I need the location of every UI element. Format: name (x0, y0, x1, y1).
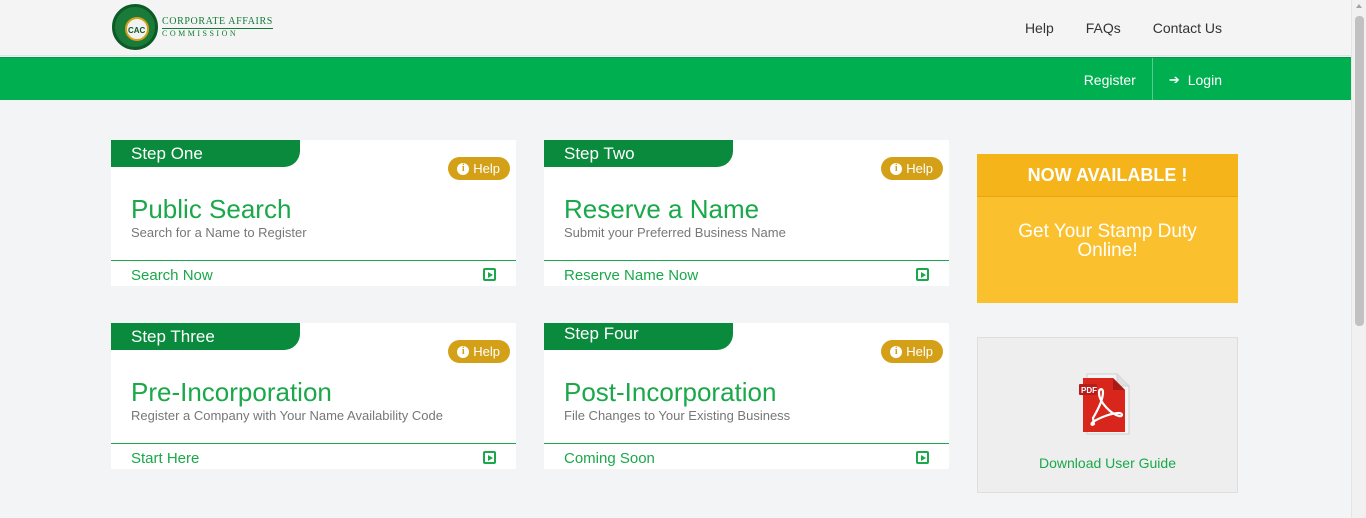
stamp-line1: Get Your Stamp Duty (1018, 221, 1197, 242)
step-tab: Step Two (544, 140, 733, 167)
nav-faqs-link[interactable]: FAQs (1086, 20, 1121, 36)
scroll-up-icon[interactable] (1356, 4, 1362, 8)
help-button[interactable]: i Help (448, 340, 510, 363)
step-card-post-incorporation: Step Four i Help Post-Incorporation File… (544, 323, 949, 469)
card-divider (544, 260, 949, 261)
top-nav: Help FAQs Contact Us (1025, 20, 1222, 36)
seal-text: CAC (128, 26, 146, 35)
card-subtitle: File Changes to Your Existing Business (564, 408, 791, 423)
pdf-file-icon: PDF (1079, 373, 1130, 435)
coming-soon-link[interactable]: Coming Soon (564, 450, 655, 467)
step-tab: Step One (111, 140, 300, 167)
step-card-pre-incorporation: Step Three i Help Pre-Incorporation Regi… (111, 323, 516, 469)
stamp-body: Get Your Stamp Duty Online! (977, 197, 1238, 260)
help-button[interactable]: i Help (881, 340, 943, 363)
stamp-header: NOW AVAILABLE ! (977, 154, 1238, 197)
register-link[interactable]: Register (1068, 58, 1153, 101)
search-now-link[interactable]: Search Now (131, 267, 213, 284)
info-icon: i (890, 162, 903, 175)
card-divider (111, 260, 516, 261)
help-label: Help (906, 161, 933, 176)
nav-help-link[interactable]: Help (1025, 20, 1054, 36)
logo-line1: CORPORATE AFFAIRS (162, 15, 273, 29)
help-button[interactable]: i Help (448, 157, 510, 180)
card-divider (544, 443, 949, 444)
logo-line2: COMMISSION (162, 28, 239, 38)
card-title: Pre-Incorporation (131, 377, 332, 407)
help-label: Help (473, 161, 500, 176)
help-label: Help (473, 344, 500, 359)
stamp-duty-banner[interactable]: NOW AVAILABLE ! Get Your Stamp Duty Onli… (977, 154, 1238, 303)
reserve-name-now-link[interactable]: Reserve Name Now (564, 267, 698, 284)
step-card-public-search: Step One i Help Public Search Search for… (111, 140, 516, 286)
card-title: Public Search (131, 194, 292, 224)
play-icon[interactable] (483, 451, 496, 464)
step-card-reserve-name: Step Two i Help Reserve a Name Submit yo… (544, 140, 949, 286)
card-divider (111, 443, 516, 444)
download-user-guide-link[interactable]: Download User Guide (978, 455, 1237, 471)
step-tab: Step Four (544, 323, 733, 350)
main-nav: Register ➔ Login (1068, 58, 1222, 101)
sign-in-icon: ➔ (1168, 71, 1180, 87)
top-header: CAC CORPORATE AFFAIRS COMMISSION Help FA… (0, 0, 1351, 56)
page-scrollbar[interactable] (1351, 0, 1366, 518)
svg-text:PDF: PDF (1081, 386, 1097, 395)
scrollbar-thumb[interactable] (1355, 16, 1364, 326)
login-label: Login (1187, 71, 1222, 88)
info-icon: i (890, 345, 903, 358)
help-label: Help (906, 344, 933, 359)
help-button[interactable]: i Help (881, 157, 943, 180)
start-here-link[interactable]: Start Here (131, 450, 199, 467)
card-title: Reserve a Name (564, 194, 760, 224)
info-icon: i (457, 345, 470, 358)
cac-seal-icon: CAC (112, 4, 158, 50)
logo-wordmark: CORPORATE AFFAIRS COMMISSION (162, 15, 273, 38)
card-subtitle: Register a Company with Your Name Availa… (131, 408, 443, 423)
play-icon[interactable] (483, 268, 496, 281)
nav-contact-link[interactable]: Contact Us (1153, 20, 1222, 36)
cac-logo[interactable]: CAC CORPORATE AFFAIRS COMMISSION (112, 4, 273, 50)
user-guide-box[interactable]: PDF Download User Guide (977, 337, 1238, 493)
card-title: Post-Incorporation (564, 377, 777, 407)
card-subtitle: Submit your Preferred Business Name (564, 225, 786, 240)
play-icon[interactable] (916, 451, 929, 464)
login-link[interactable]: ➔ Login (1153, 72, 1222, 88)
step-tab: Step Three (111, 323, 300, 350)
card-subtitle: Search for a Name to Register (131, 225, 307, 240)
play-icon[interactable] (916, 268, 929, 281)
stamp-line2: Online! (1077, 240, 1138, 261)
main-nav-bar: Register ➔ Login (0, 57, 1351, 101)
info-icon: i (457, 162, 470, 175)
